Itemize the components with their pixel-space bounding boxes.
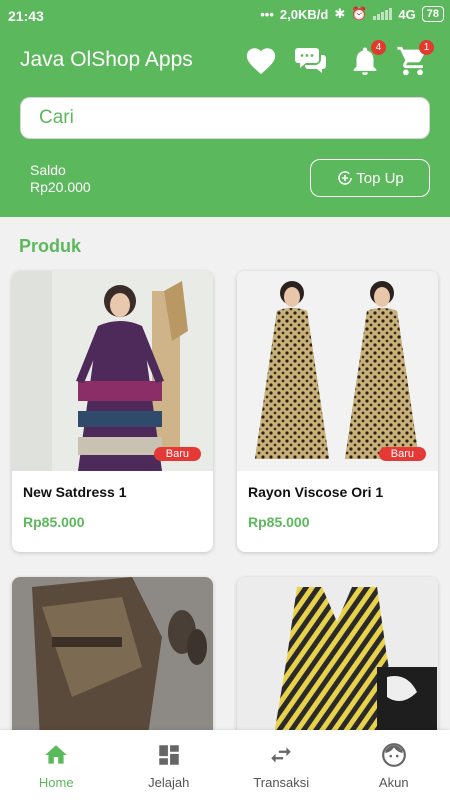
balance-label: Saldo <box>30 162 66 178</box>
network-type: 4G <box>398 6 416 22</box>
nav-label: Home <box>38 775 74 790</box>
add-circle-icon <box>338 171 352 185</box>
nav-home[interactable]: Home <box>0 730 113 800</box>
battery-indicator: 78 <box>421 6 444 22</box>
product-card[interactable]: Baru New Satdress 1 Rp85.000 <box>12 271 213 552</box>
nav-label: Akun <box>378 775 409 790</box>
nav-jelajah[interactable]: Jelajah <box>113 730 226 800</box>
new-badge: Baru <box>153 447 201 461</box>
heart-icon <box>246 48 276 75</box>
search-box[interactable] <box>20 97 430 139</box>
product-image <box>12 271 213 471</box>
topup-label: Top Up <box>356 169 404 187</box>
topup-button[interactable]: Top Up <box>310 159 430 197</box>
notification-badge: 4 <box>371 40 386 55</box>
product-image <box>237 271 438 471</box>
product-name: New Satdress 1 <box>23 484 127 500</box>
bottom-navigation: Home Jelajah Transaksi Akun <box>0 730 450 800</box>
face-icon <box>381 742 407 768</box>
nav-akun[interactable]: Akun <box>338 730 450 800</box>
cart-badge: 1 <box>419 40 434 55</box>
chat-button[interactable] <box>294 44 328 78</box>
product-price: Rp85.000 <box>248 514 310 530</box>
status-icons: ••• 2,0KB/d ✱ ⏰ 4G 78 <box>260 6 444 22</box>
notification-button[interactable]: 4 <box>348 40 386 78</box>
app-title: Java OlShop Apps <box>20 48 193 71</box>
new-badge: Baru <box>378 447 426 461</box>
grid-icon <box>156 742 182 768</box>
chat-icon <box>295 48 326 73</box>
cart-button[interactable]: 1 <box>396 40 434 78</box>
home-icon <box>43 742 69 768</box>
swap-icon <box>268 742 294 768</box>
signal-icon <box>373 8 393 20</box>
nav-label: Jelajah <box>148 775 190 790</box>
nav-label: Transaksi <box>253 775 310 790</box>
wishlist-button[interactable] <box>244 44 278 78</box>
alarm-icon: ⏰ <box>351 6 368 21</box>
status-dots: ••• <box>260 6 274 22</box>
section-title: Produk <box>19 236 82 256</box>
nav-transaksi[interactable]: Transaksi <box>225 730 338 800</box>
status-time: 21:43 <box>8 8 44 24</box>
product-name: Rayon Viscose Ori 1 <box>248 484 384 500</box>
product-price: Rp85.000 <box>23 514 85 530</box>
app-header: 21:43 ••• 2,0KB/d ✱ ⏰ 4G 78 Java OlShop … <box>0 0 450 217</box>
network-speed: 2,0KB/d <box>279 6 329 22</box>
bluetooth-icon: ✱ <box>334 6 346 21</box>
balance-value: Rp20.000 <box>30 179 91 195</box>
product-card[interactable]: Baru Rayon Viscose Ori 1 Rp85.000 <box>237 271 438 552</box>
status-bar: 21:43 ••• 2,0KB/d ✱ ⏰ 4G 78 <box>0 0 450 32</box>
search-input[interactable] <box>21 98 429 138</box>
